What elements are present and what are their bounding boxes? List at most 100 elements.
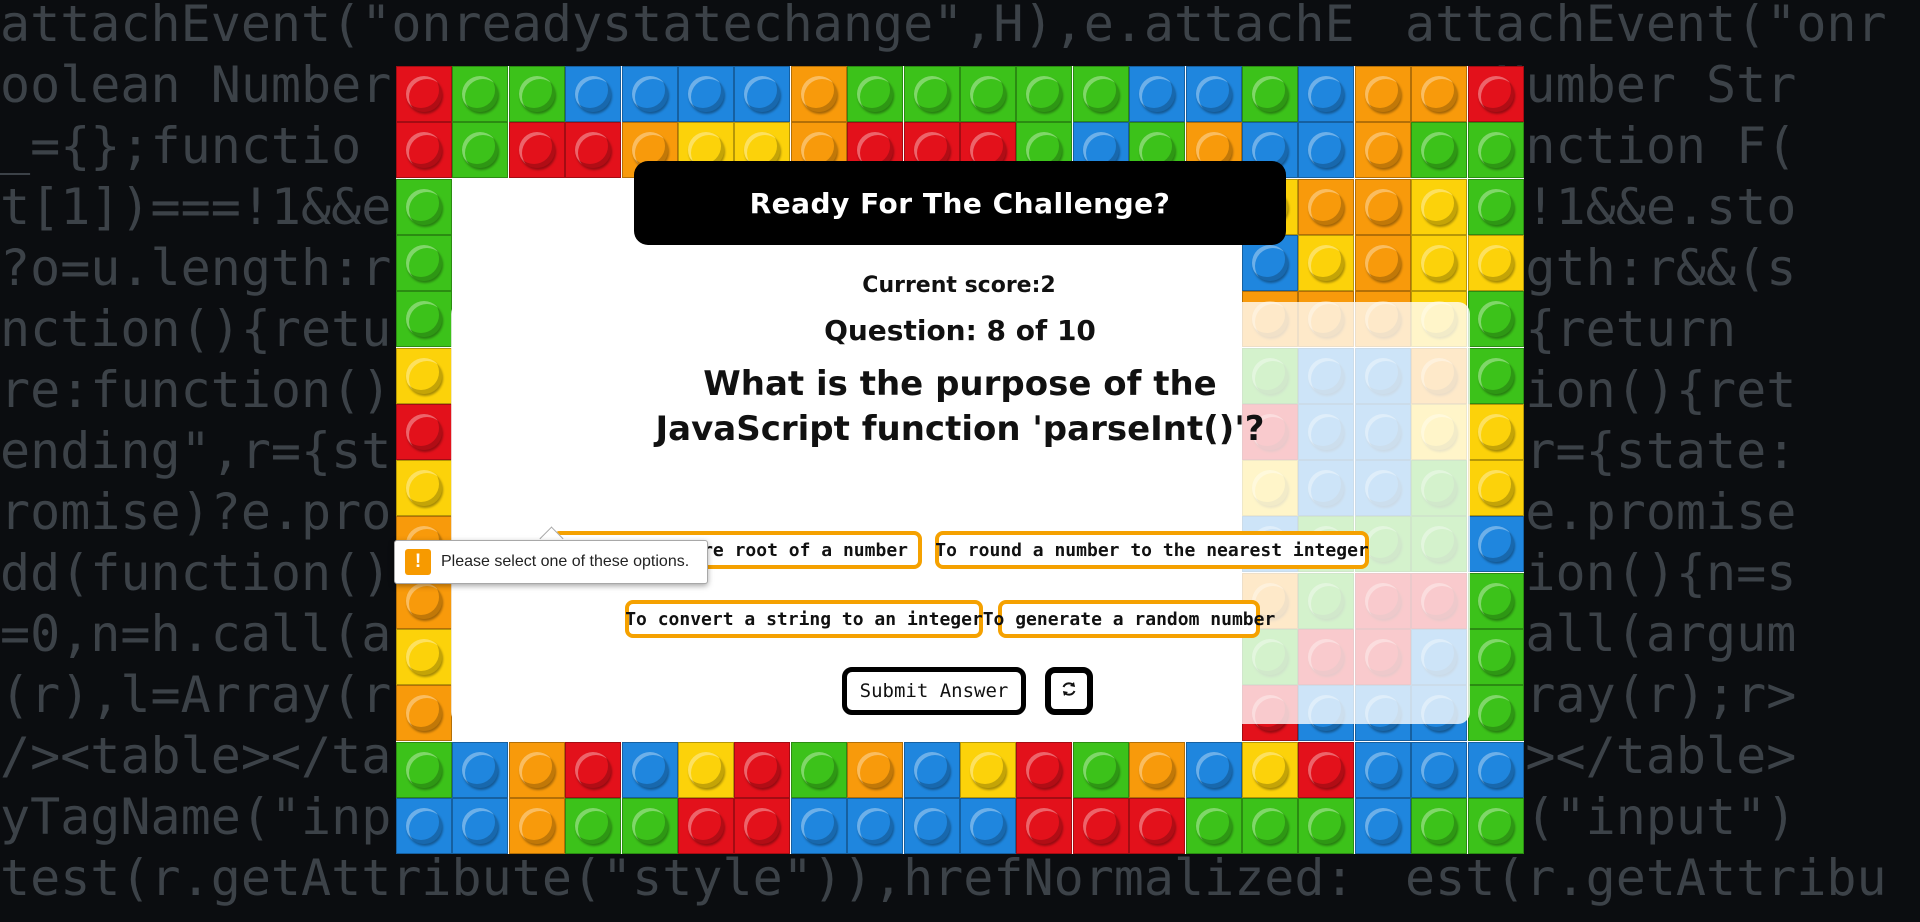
lego-brick [960,741,1016,798]
code-line: ending",r={st [0,422,392,480]
code-line: _={};functio [0,117,362,175]
lego-brick [508,66,565,122]
lego-brick [960,66,1016,122]
option-label: To generate a random number [982,608,1276,630]
lego-brick [1129,797,1186,854]
lego-brick [903,66,960,122]
option-label: are root of a number [691,539,908,561]
lego-brick [1467,66,1524,122]
lego-brick [847,741,904,798]
lego-brick [1467,178,1524,235]
lego-brick [1016,66,1073,122]
lego-brick [903,741,960,798]
lego-brick [396,460,452,517]
lego-brick [678,797,734,854]
lego-brick [621,741,678,798]
lego-brick [734,741,791,798]
lego-brick [396,291,452,348]
lego-brick [1298,66,1355,122]
option-label: To convert a string to an integer [625,608,983,630]
challenge-header: Ready For The Challenge? [634,161,1286,245]
lego-brick [1072,741,1129,798]
code-line: attachEvent("onreadystatechange",H),e.at… [0,0,1355,53]
lego-brick [1354,797,1411,854]
submit-answer-button[interactable]: Submit Answer [842,667,1026,715]
lego-brick [1467,460,1524,517]
lego-brick [621,66,678,122]
lego-brick [1467,516,1524,573]
lego-brick [1411,178,1468,235]
lego-brick [1467,797,1524,854]
refresh-icon [1060,680,1078,702]
lego-brick [1016,797,1073,854]
option-label: To round a number to the nearest integer [935,539,1369,561]
lego-brick [1411,797,1468,854]
lego-brick [1467,403,1524,460]
lego-brick [1185,741,1242,798]
lego-brick [565,741,622,798]
lego-brick [1185,797,1242,854]
lego-brick [1354,234,1411,291]
lego-brick [1185,66,1242,122]
lego-brick [396,347,452,404]
lego-brick [1298,741,1355,798]
lego-brick [1354,66,1411,122]
lego-brick [1242,741,1298,798]
code-line: est(r.getAttribu [1405,849,1887,907]
question-text: What is the purpose of the JavaScript fu… [655,364,1265,449]
lego-brick [396,122,452,179]
lego-brick [847,797,904,854]
lego-brick [396,797,452,854]
lego-brick [452,741,509,798]
lego-brick [452,66,509,122]
code-line: oolean Number [0,56,392,114]
code-line: test(r.getAttribute("style")),hrefNormal… [0,849,1355,907]
lego-brick [1242,66,1298,122]
lego-brick [1411,66,1468,122]
lego-brick [847,66,904,122]
lego-brick [565,797,622,854]
lego-brick [508,122,565,179]
lego-brick [1467,629,1524,685]
lego-brick [678,741,734,798]
lego-brick [396,66,452,122]
code-line: yTagName("inp [0,788,392,846]
code-line: (r),l=Array(r [0,666,392,724]
lego-brick [1354,741,1411,798]
lego-brick [1298,122,1355,179]
lego-brick [790,797,847,854]
lego-brick [1072,797,1129,854]
code-line: nction(){retu [0,300,392,358]
lego-brick [1467,741,1524,798]
code-line: dd(function() [0,544,392,602]
option-round-number[interactable]: To round a number to the nearest integer [935,531,1369,569]
refresh-button[interactable] [1045,667,1093,715]
lego-brick [1467,122,1524,179]
lego-brick [396,178,452,235]
lego-brick [1467,234,1524,291]
code-line: romise)?e.pro [0,483,392,541]
lego-brick [1298,178,1355,235]
option-convert-string[interactable]: To convert a string to an integer [625,600,983,638]
lego-brick [452,797,509,854]
code-line: =0,n=h.call(a [0,605,392,663]
lego-brick [1072,66,1129,122]
lego-brick [734,797,791,854]
lego-brick [1242,797,1298,854]
validation-tooltip: ! Please select one of these options. [394,540,708,584]
lego-brick [790,66,847,122]
lego-brick [734,66,791,122]
lego-brick [508,741,565,798]
lego-brick [452,122,509,179]
lego-brick [790,741,847,798]
lego-brick [396,741,452,798]
code-line: /><table></ta [0,727,392,785]
current-score: Current score:2 [818,268,1100,302]
lego-brick [1016,741,1073,798]
option-random-number[interactable]: To generate a random number [983,600,1275,638]
lego-brick [396,234,452,291]
lego-brick [1129,741,1186,798]
lego-brick [678,66,734,122]
lego-brick [1129,66,1186,122]
header-title: Ready For The Challenge? [749,186,1171,220]
